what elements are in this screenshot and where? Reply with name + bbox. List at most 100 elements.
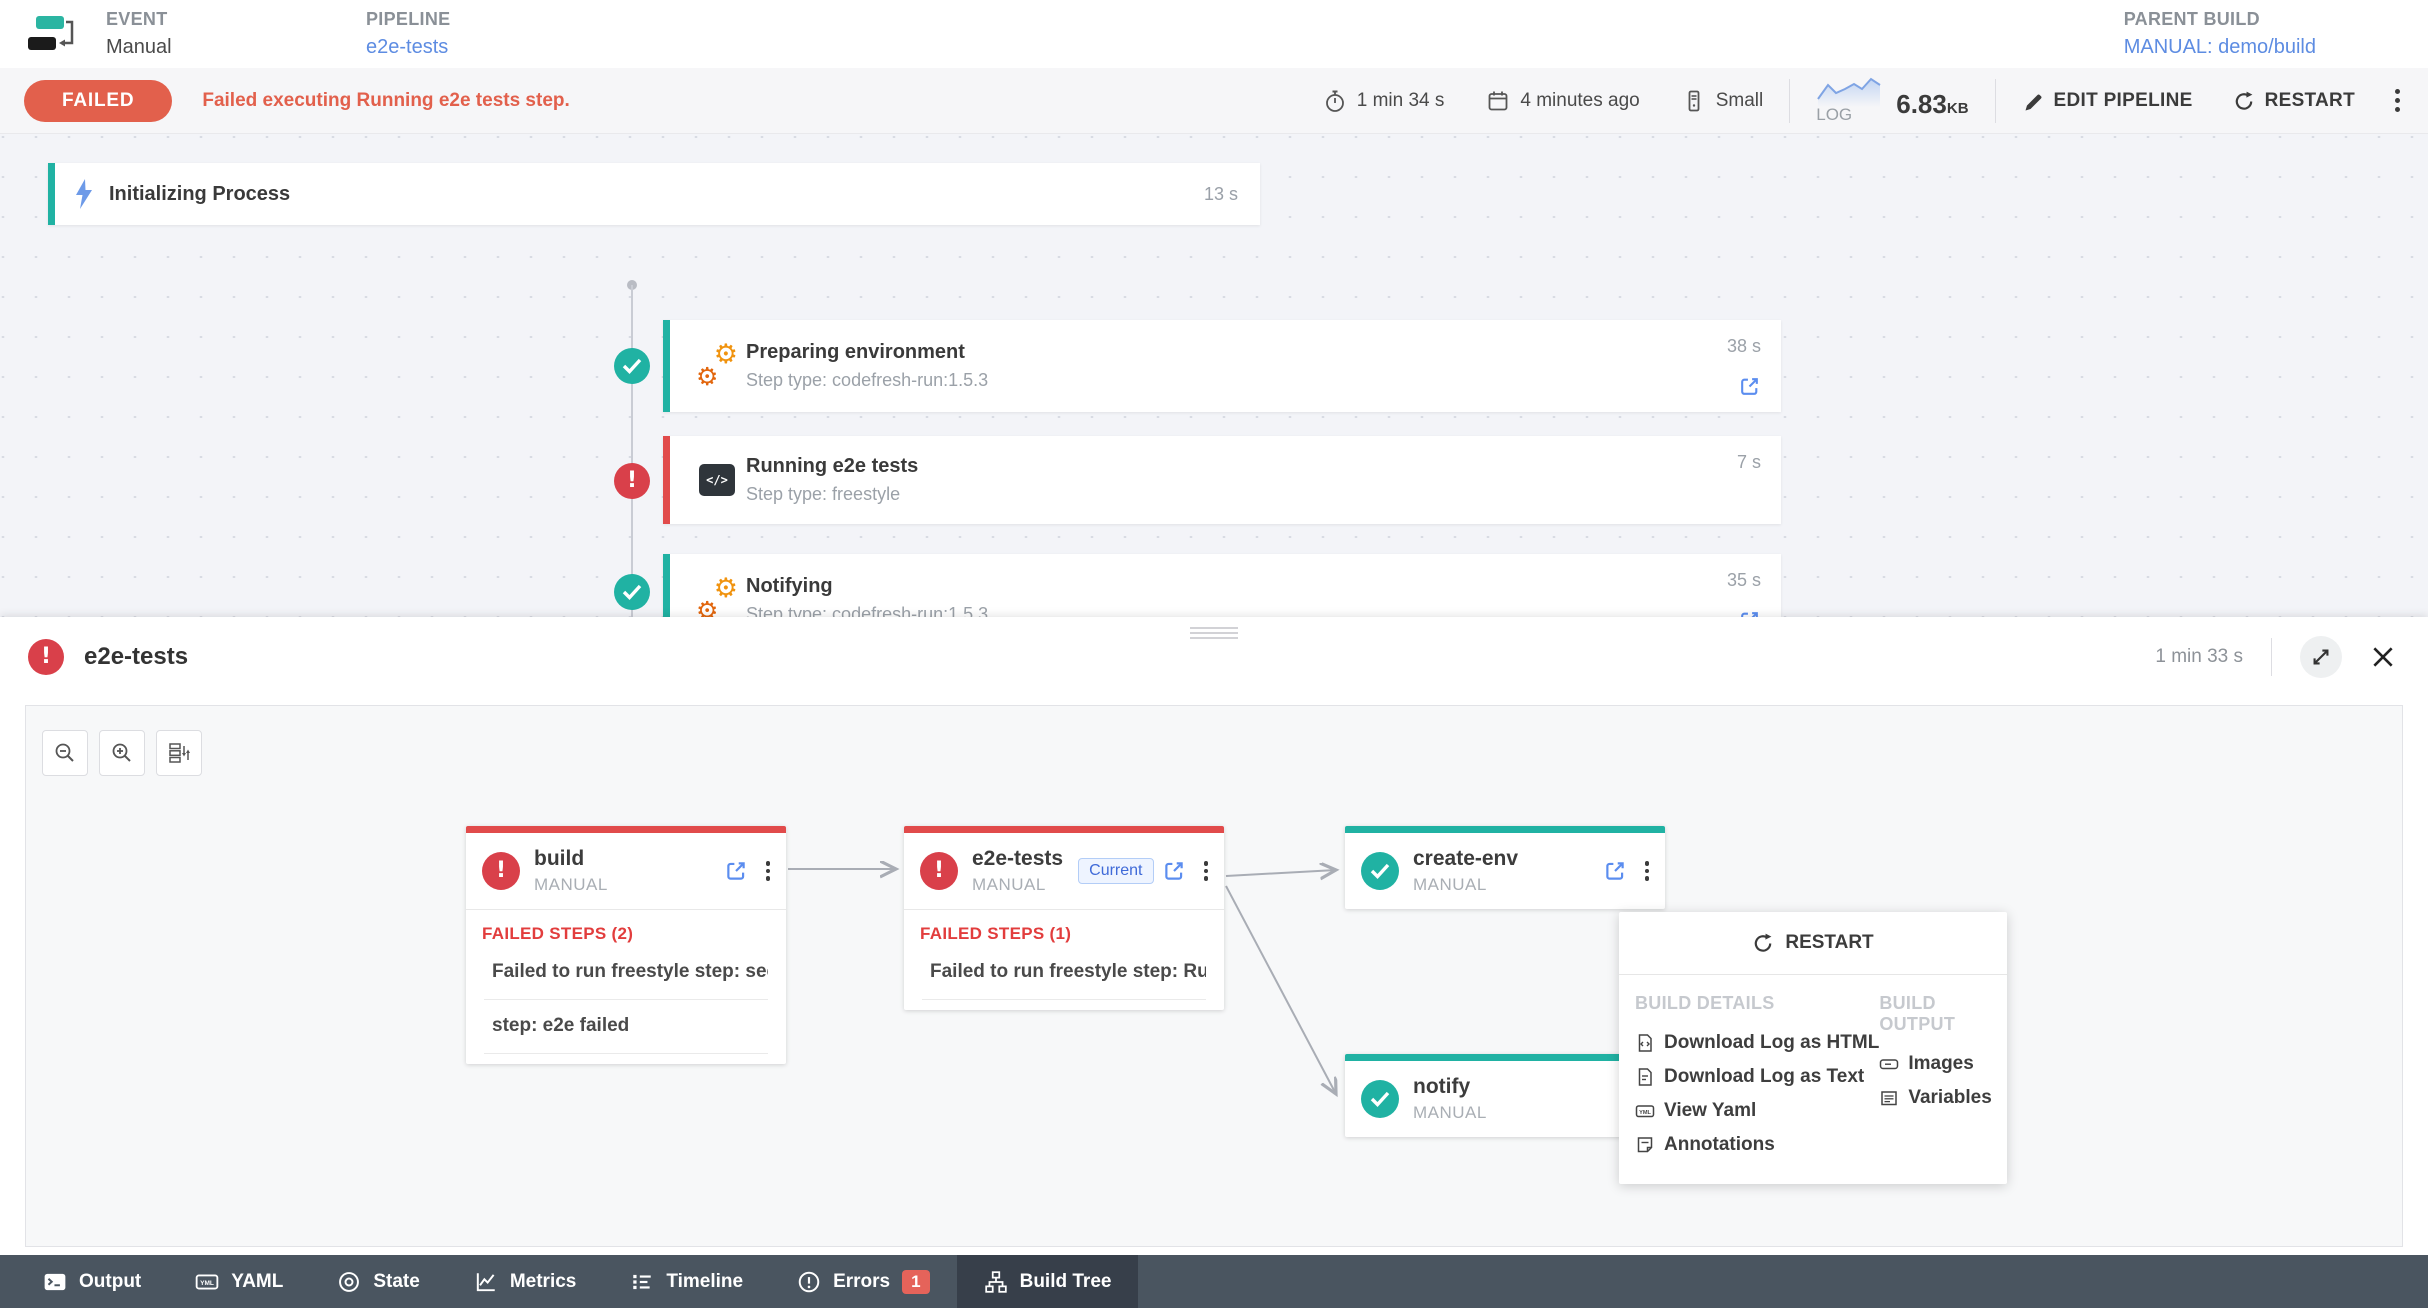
close-icon [2370,644,2396,670]
panel-status-failed-icon: ! [28,639,64,675]
restart-icon [2233,90,2255,112]
failed-step-item[interactable]: Failed to run freestyle step: Ru… [922,946,1206,1000]
failed-step-item[interactable]: Failed to run freestyle step: sec… [484,946,768,1000]
expand-panel-button[interactable] [2300,636,2342,678]
runtime-size-value: Small [1716,90,1764,112]
node-context-menu: RESTART BUILD DETAILS Download Log as HT… [1619,912,2007,1184]
close-panel-button[interactable] [2366,640,2400,674]
restart-icon [1752,932,1774,954]
step-title: Preparing environment [746,341,1727,364]
node-success-icon [1361,852,1399,890]
node-menu-icon[interactable] [762,857,775,885]
node-trigger: MANUAL [972,875,1078,895]
event-value: Manual [106,36,366,59]
parent-build-link[interactable]: MANUAL: demo/build [2124,36,2316,59]
open-build-external-icon[interactable] [1603,859,1627,883]
pipeline-logo-icon [28,12,80,56]
open-log-external-icon[interactable] [1738,375,1761,398]
expand-icon [2310,646,2332,668]
node-title: notify [1413,1075,1629,1099]
menu-images[interactable]: Images [1879,1047,1995,1081]
step-success-icon [614,348,650,384]
build-details-header: BUILD DETAILS [1635,993,1879,1014]
init-step-card[interactable]: Initializing Process 13 s [48,163,1260,225]
failed-step-item[interactable]: step: e2e failed [484,1000,768,1054]
failed-steps-header: FAILED STEPS (2) [466,910,786,946]
restart-label: RESTART [2265,90,2355,112]
divider [1995,79,1996,123]
menu-download-log-text[interactable]: Download Log as Text [1635,1060,1879,1094]
edit-pipeline-button[interactable]: EDIT PIPELINE [2022,90,2193,112]
html-file-icon [1635,1033,1655,1053]
event-info: EVENT Manual [106,9,366,59]
node-success-icon [1361,1080,1399,1118]
build-tree-icon [984,1270,1008,1294]
build-tree-canvas: ! build MANUAL FAILED STEPS (2) Failed t… [25,705,2403,1247]
tab-yaml[interactable]: YML YAML [168,1255,310,1308]
step-type: Step type: freestyle [746,484,1737,505]
menu-annotations[interactable]: Annotations [1635,1128,1879,1162]
yaml-icon: YML [195,1270,219,1294]
tree-node-e2e-tests[interactable]: ! e2e-tests MANUAL Current FAILED STEPS … [904,826,1224,1010]
menu-view-yaml[interactable]: YML View Yaml [1635,1094,1879,1128]
node-menu-icon[interactable] [1641,857,1654,885]
log-label: LOG [1816,105,1852,125]
open-build-external-icon[interactable] [724,859,748,883]
tab-errors[interactable]: Errors 1 [770,1255,957,1308]
metrics-icon [474,1270,498,1294]
images-icon [1879,1054,1899,1074]
output-icon [43,1270,67,1294]
edit-pipeline-label: EDIT PIPELINE [2054,90,2193,112]
timeline-line [631,285,633,620]
menu-variables[interactable]: Variables [1879,1081,1995,1115]
variables-icon [1879,1088,1899,1108]
menu-download-log-html[interactable]: Download Log as HTML [1635,1026,1879,1060]
step-success-icon [614,574,650,610]
status-bar: FAILED Failed executing Running e2e test… [0,68,2428,134]
status-bar-right: 1 min 34 s 4 minutes ago Small [1281,77,2404,125]
more-actions-menu-icon[interactable] [2391,85,2404,116]
node-trigger: MANUAL [534,875,724,895]
tab-state[interactable]: State [310,1255,446,1308]
panel-tab-bar: Output YML YAML State [0,1255,2428,1308]
tree-node-notify[interactable]: notify MANUAL [1345,1054,1665,1137]
node-title: create-env [1413,847,1603,871]
tree-node-create-env[interactable]: create-env MANUAL [1345,826,1665,909]
log-sparkline-chart [1816,77,1882,107]
panel-duration: 1 min 33 s [2155,646,2243,668]
node-failed-icon: ! [482,852,520,890]
tab-build-tree[interactable]: Build Tree [957,1255,1139,1308]
calendar-icon [1486,89,1510,113]
open-build-external-icon[interactable] [1162,859,1186,883]
menu-restart-button[interactable]: RESTART [1619,912,2007,975]
duration-value: 1 min 34 s [1357,90,1445,112]
step-duration: 35 s [1727,570,1761,591]
panel-resize-handle[interactable] [1190,624,1238,642]
step-title: Notifying [746,575,1727,598]
tab-timeline[interactable]: Timeline [603,1255,770,1308]
node-title: build [534,847,724,871]
step-card-running-e2e-tests[interactable]: </> Running e2e tests Step type: freesty… [663,436,1781,524]
node-trigger: MANUAL [1413,1103,1629,1123]
pipeline-link[interactable]: e2e-tests [366,36,2124,59]
step-card-preparing-environment[interactable]: ⚙⚙ Preparing environment Step type: code… [663,320,1781,412]
pencil-icon [2022,90,2044,112]
tree-node-build[interactable]: ! build MANUAL FAILED STEPS (2) Failed t… [466,826,786,1064]
init-step-title: Initializing Process [109,183,290,206]
status-badge: FAILED [24,80,172,122]
divider [2271,638,2272,676]
errors-icon [797,1270,821,1294]
log-usage[interactable]: LOG 6.83KB [1816,77,1968,125]
step-failed-icon: ! [614,463,650,499]
node-menu-icon[interactable] [1200,857,1213,885]
restart-button[interactable]: RESTART [2233,90,2355,112]
step-type: Step type: codefresh-run:1.5.3 [746,370,1727,391]
tab-metrics[interactable]: Metrics [447,1255,604,1308]
timeline-icon [630,1270,654,1294]
event-label: EVENT [106,9,366,30]
tab-output[interactable]: Output [16,1255,168,1308]
node-title: e2e-tests [972,847,1078,871]
build-view: EVENT Manual PIPELINE e2e-tests PARENT B… [0,0,2428,1308]
step-duration: 38 s [1727,336,1761,357]
state-icon [337,1270,361,1294]
